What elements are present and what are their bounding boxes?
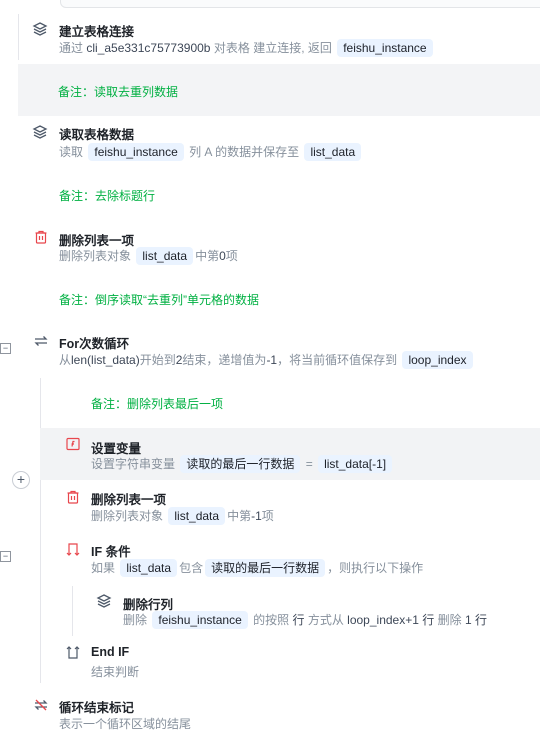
variable-chip[interactable]: loop_index	[402, 351, 473, 369]
step-description: 删除列表对象 list_data 中第-1项	[91, 507, 274, 525]
step-loop-end[interactable]: 循环结束标记 表示一个循环区域的结尾	[0, 690, 540, 742]
end-branch-icon	[65, 645, 81, 661]
note-text: 备注：读取去重列数据	[58, 85, 179, 99]
step-description: 设置字符串变量 读取的最后一行数据 = list_data[-1]	[91, 454, 394, 474]
step-remove-list-item[interactable]: 删除列表一项 删除列表对象 list_data 中第0项	[0, 222, 540, 272]
variable-chip[interactable]: feishu_instance	[337, 39, 433, 57]
top-toolbar-edge	[60, 0, 540, 8]
step-description: 通过 cli_a5e331c75773900b 对表格 建立连接, 返回 fei…	[59, 38, 435, 58]
step-for-loop[interactable]: For次数循环 从len(list_data)开始到2结束，递增值为-1，将当前…	[0, 326, 540, 378]
step-remove-list-item[interactable]: 删除列表一项 删除列表对象 list_data 中第-1项	[0, 482, 540, 532]
step-description: 如果 list_data 包含 读取的最后一行数据 ，则执行以下操作	[91, 559, 424, 577]
variable-chip[interactable]: list_data	[168, 507, 226, 525]
trash-icon	[65, 489, 81, 505]
variable-chip[interactable]: list_data	[136, 247, 194, 265]
step-description: 结束判断	[91, 665, 140, 679]
note-row[interactable]: 备注：读取去重列数据	[18, 64, 540, 116]
variable-chip[interactable]: list_data	[120, 559, 178, 577]
variable-box-icon	[65, 436, 81, 452]
step-open-sheet-connection[interactable]: 建立表格连接 通过 cli_a5e331c75773900b 对表格 建立连接,…	[0, 14, 540, 66]
layers-icon	[96, 593, 112, 609]
layers-icon	[32, 124, 48, 140]
loop-end-icon	[33, 697, 49, 713]
variable-chip[interactable]: feishu_instance	[152, 611, 248, 629]
step-description: 删除 feishu_instance 的按照 行 方式从 loop_index+…	[123, 611, 488, 629]
step-title: 读取表格数据	[59, 128, 135, 142]
note-text[interactable]: 备注：倒序读取“去重列”单元格的数据	[59, 291, 259, 308]
step-title: End IF	[91, 645, 130, 659]
step-if-condition[interactable]: IF 条件 如果 list_data 包含 读取的最后一行数据 ，则执行以下操作	[0, 534, 540, 586]
variable-chip[interactable]: list_data[-1]	[318, 455, 393, 473]
step-description: 读取 feishu_instance 列 A 的数据并保存至 list_data	[59, 142, 363, 162]
variable-chip[interactable]: feishu_instance	[88, 143, 184, 161]
step-end-if[interactable]: End IF 结束判断	[0, 638, 540, 690]
variable-chip[interactable]: 读取的最后一行数据	[180, 455, 301, 473]
layers-icon	[32, 21, 48, 37]
note-text[interactable]: 备注：去除标题行	[59, 187, 155, 204]
step-read-sheet-data[interactable]: 读取表格数据 读取 feishu_instance 列 A 的数据并保存至 li…	[0, 118, 540, 170]
variable-chip[interactable]: 读取的最后一行数据	[205, 559, 326, 577]
loop-arrows-icon	[33, 333, 49, 349]
step-description: 删除列表对象 list_data 中第0项	[59, 247, 238, 265]
trash-icon	[33, 229, 49, 245]
step-set-variable[interactable]: 设置变量 设置字符串变量 读取的最后一行数据 = list_data[-1]	[40, 428, 540, 480]
step-description: 表示一个循环区域的结尾	[59, 717, 192, 731]
step-delete-rows[interactable]: 删除行列 删除 feishu_instance 的按照 行 方式从 loop_i…	[0, 586, 540, 638]
variable-chip[interactable]: list_data	[304, 143, 362, 161]
note-text[interactable]: 备注：删除列表最后一项	[91, 395, 223, 412]
step-description: 从len(list_data)开始到2结束，递增值为-1，将当前循环值保存到 l…	[59, 350, 475, 370]
branch-icon	[65, 541, 81, 557]
